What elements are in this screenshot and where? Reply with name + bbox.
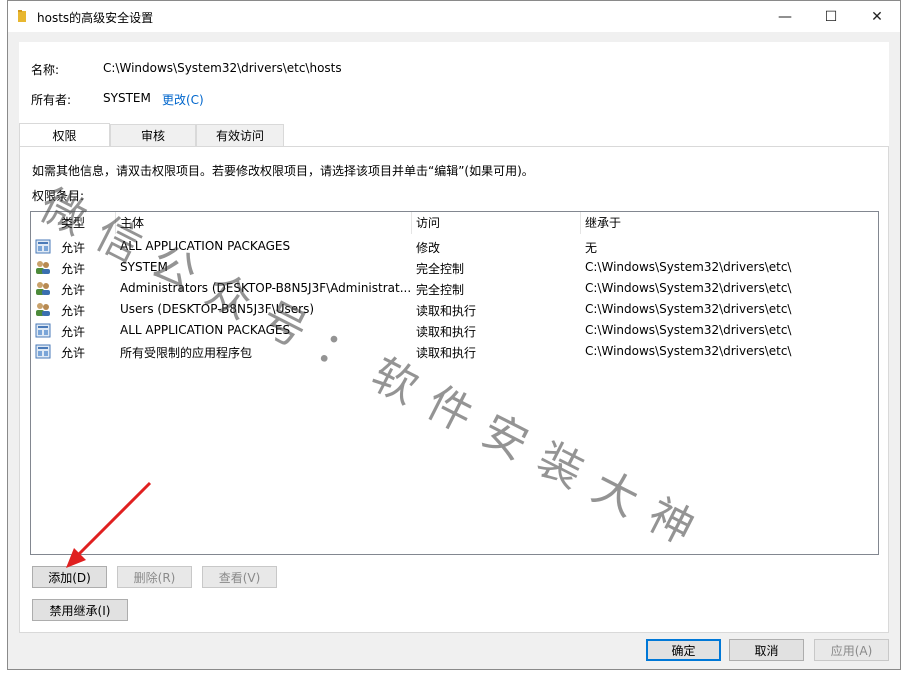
annotation-arrow-icon: [66, 481, 152, 568]
